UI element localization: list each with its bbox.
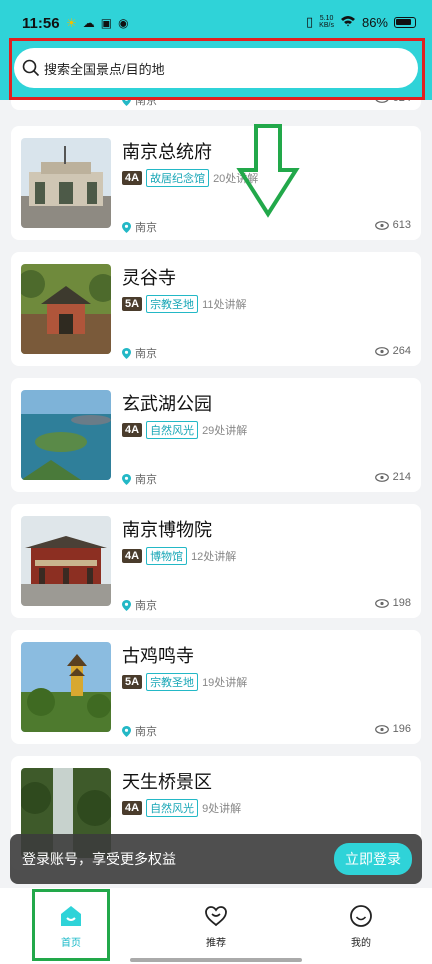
attraction-tags: 4A 博物馆 12处讲解 [122,547,236,565]
attraction-tags: 4A 自然风光 9处讲解 [122,799,241,817]
attraction-thumbnail [21,390,111,480]
app-icon: ◉ [118,16,129,30]
attraction-thumbnail [21,516,111,606]
guide-count: 29处讲解 [202,425,248,437]
attraction-title: 南京总统府 [122,142,212,162]
attraction-title: 玄武湖公园 [122,394,212,414]
attraction-title: 天生桥景区 [122,772,212,792]
attraction-card[interactable]: 古鸡鸣寺 5A 宗教圣地 19处讲解 南京 196 [11,630,421,744]
attraction-title: 南京博物院 [122,520,212,540]
attraction-card[interactable]: 玄武湖公园 4A 自然风光 29处讲解 南京 214 [11,378,421,492]
eye-icon [374,598,389,608]
eye-icon [374,220,389,230]
location-pin-icon [122,725,131,737]
category-tag: 故居纪念馆 [146,169,210,187]
location-label: 南京 [122,345,157,361]
notification-icons: ☀ ☁ ▣ ◉ [66,16,129,30]
battery-icon [394,16,416,28]
grade-badge: 4A [122,423,143,437]
app-icon: ▣ [100,16,113,30]
system-icons: ▯ 5.10 KB/s 86% [306,14,416,30]
grade-badge: 4A [122,549,143,563]
location-label: 南京 [122,723,157,739]
location-pin-icon [122,599,131,611]
login-banner: 登录账号，享受更多权益 立即登录 [10,834,422,884]
battery-percent: 86% [361,14,388,30]
grade-badge: 4A [122,171,143,185]
category-tag: 自然风光 [146,421,199,439]
attraction-title: 灵谷寺 [122,268,176,288]
location-pin-icon [122,473,131,485]
location-label: 南京 [122,219,157,235]
tab-mine[interactable]: 我的 [331,904,391,949]
wifi-icon [340,15,356,30]
category-tag: 宗教圣地 [146,295,199,313]
status-time: 11:56 [22,15,60,32]
view-count: 613 [374,219,411,231]
login-button[interactable]: 立即登录 [334,843,412,875]
smile-icon [350,905,372,927]
highlight-frame-search [9,38,425,100]
grade-badge: 5A [122,297,143,311]
location-pin-icon [122,347,131,359]
category-tag: 博物馆 [146,547,188,565]
category-tag: 宗教圣地 [146,673,199,691]
location-label: 南京 [122,597,157,613]
grade-badge: 5A [122,675,143,689]
attraction-tags: 5A 宗教圣地 19处讲解 [122,673,247,691]
attraction-card[interactable]: 南京博物院 4A 博物馆 12处讲解 南京 198 [11,504,421,618]
attraction-thumbnail [21,642,111,732]
location-label: 南京 [122,471,157,487]
view-count: 198 [374,597,411,609]
guide-count: 11处讲解 [202,299,247,311]
view-count: 264 [374,345,411,357]
gesture-bar [130,958,302,962]
guide-count: 9处讲解 [202,803,242,815]
tab-recommend[interactable]: 推荐 [186,904,246,949]
attraction-tags: 4A 自然风光 29处讲解 [122,421,247,439]
attraction-title: 古鸡鸣寺 [122,646,194,666]
attraction-card[interactable]: 灵谷寺 5A 宗教圣地 11处讲解 南京 264 [11,252,421,366]
view-count: 214 [374,471,411,483]
category-tag: 自然风光 [146,799,199,817]
location-pin-icon [122,221,131,233]
view-count: 196 [374,723,411,735]
highlight-frame-home [32,889,110,961]
attraction-thumbnail [21,138,111,228]
arrow-down-icon [236,124,300,218]
eye-icon [374,724,389,734]
attraction-tags: 5A 宗教圣地 11处讲解 [122,295,246,313]
attraction-thumbnail [21,264,111,354]
guide-count: 19处讲解 [202,677,248,689]
guide-count: 12处讲解 [191,551,237,563]
vibrate-icon: ▯ [306,14,314,29]
grade-badge: 4A [122,801,143,815]
cloud-icon: ☁ [82,16,95,30]
login-banner-text: 登录账号，享受更多权益 [22,851,176,867]
eye-icon [374,472,389,482]
eye-icon [374,346,389,356]
attraction-card[interactable]: 南京总统府 4A 故居纪念馆 20处讲解 南京 613 [11,126,421,240]
net-speed: 5.10 KB/s [319,15,334,29]
heart-icon [205,906,227,927]
sun-icon: ☀ [66,16,77,30]
